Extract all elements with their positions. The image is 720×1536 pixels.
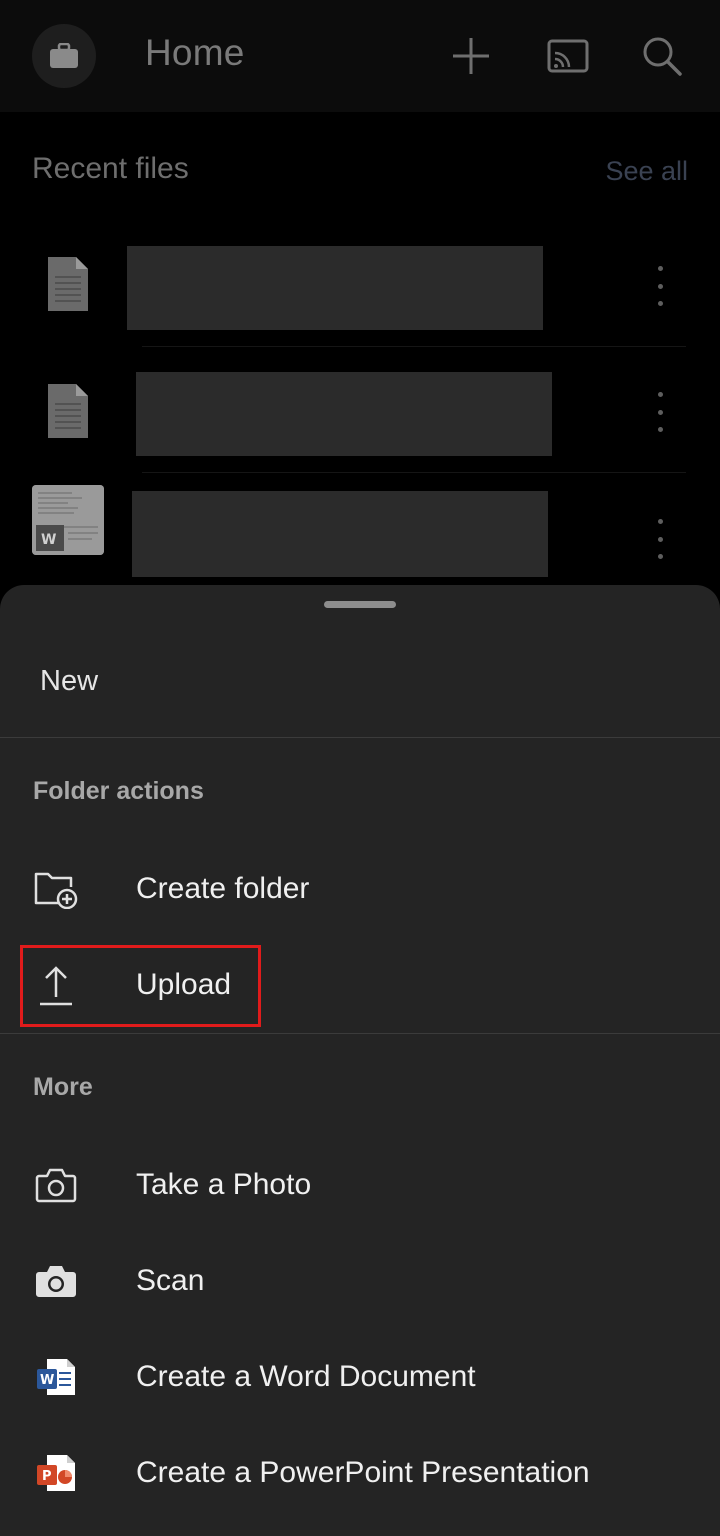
document-icon bbox=[48, 384, 88, 438]
svg-text:P: P bbox=[42, 1469, 52, 1484]
recent-file-row[interactable]: W bbox=[0, 473, 720, 585]
drag-handle[interactable] bbox=[324, 601, 396, 608]
recent-file-row[interactable] bbox=[0, 222, 720, 347]
search-icon bbox=[643, 37, 682, 76]
file-name-redacted bbox=[132, 491, 548, 577]
new-bottom-sheet: New Folder actions Create folder Upload … bbox=[0, 585, 720, 1536]
divider bbox=[0, 1033, 720, 1034]
recent-file-row[interactable] bbox=[0, 348, 720, 473]
folder-add-icon bbox=[32, 866, 80, 912]
file-name-redacted bbox=[127, 246, 543, 330]
sheet-title: New bbox=[40, 665, 99, 697]
plus-icon bbox=[453, 38, 489, 74]
page-title: Home bbox=[145, 32, 245, 73]
file-name-redacted bbox=[136, 372, 552, 456]
take-photo-label: Take a Photo bbox=[136, 1168, 312, 1201]
camera-outline-icon bbox=[32, 1162, 80, 1208]
more-options-button[interactable] bbox=[652, 266, 668, 306]
svg-text:W: W bbox=[40, 1373, 54, 1388]
add-button[interactable] bbox=[449, 34, 493, 78]
create-folder-label: Create folder bbox=[136, 872, 310, 905]
see-all-link[interactable]: See all bbox=[605, 156, 688, 187]
account-avatar[interactable] bbox=[32, 24, 96, 88]
scan-label: Scan bbox=[136, 1264, 205, 1297]
word-icon: W bbox=[32, 1354, 80, 1400]
cast-button[interactable] bbox=[546, 34, 590, 78]
powerpoint-icon: P bbox=[32, 1450, 80, 1496]
app-bar: Home bbox=[0, 0, 720, 112]
take-photo-item[interactable]: Take a Photo bbox=[0, 1140, 720, 1230]
search-button[interactable] bbox=[640, 34, 684, 78]
divider bbox=[142, 346, 686, 347]
more-heading: More bbox=[33, 1073, 93, 1101]
svg-text:W: W bbox=[41, 532, 56, 548]
create-powerpoint-label: Create a PowerPoint Presentation bbox=[136, 1456, 590, 1489]
more-options-button[interactable] bbox=[652, 392, 668, 432]
cast-icon bbox=[547, 39, 589, 73]
create-word-document-label: Create a Word Document bbox=[136, 1360, 476, 1393]
recent-files-header: Recent files See all bbox=[0, 112, 720, 222]
divider bbox=[0, 737, 720, 738]
word-thumbnail: W bbox=[32, 485, 104, 555]
folder-actions-heading: Folder actions bbox=[33, 777, 204, 805]
briefcase-icon bbox=[50, 43, 78, 68]
create-folder-item[interactable]: Create folder bbox=[0, 844, 720, 934]
document-icon bbox=[48, 257, 88, 311]
more-options-button[interactable] bbox=[652, 519, 668, 559]
camera-filled-icon bbox=[32, 1258, 80, 1304]
scan-item[interactable]: Scan bbox=[0, 1236, 720, 1326]
recent-files-title: Recent files bbox=[32, 152, 189, 185]
upload-highlight-box bbox=[20, 945, 261, 1027]
create-powerpoint-item[interactable]: P Create a PowerPoint Presentation bbox=[0, 1428, 720, 1518]
create-word-document-item[interactable]: W Create a Word Document bbox=[0, 1332, 720, 1422]
